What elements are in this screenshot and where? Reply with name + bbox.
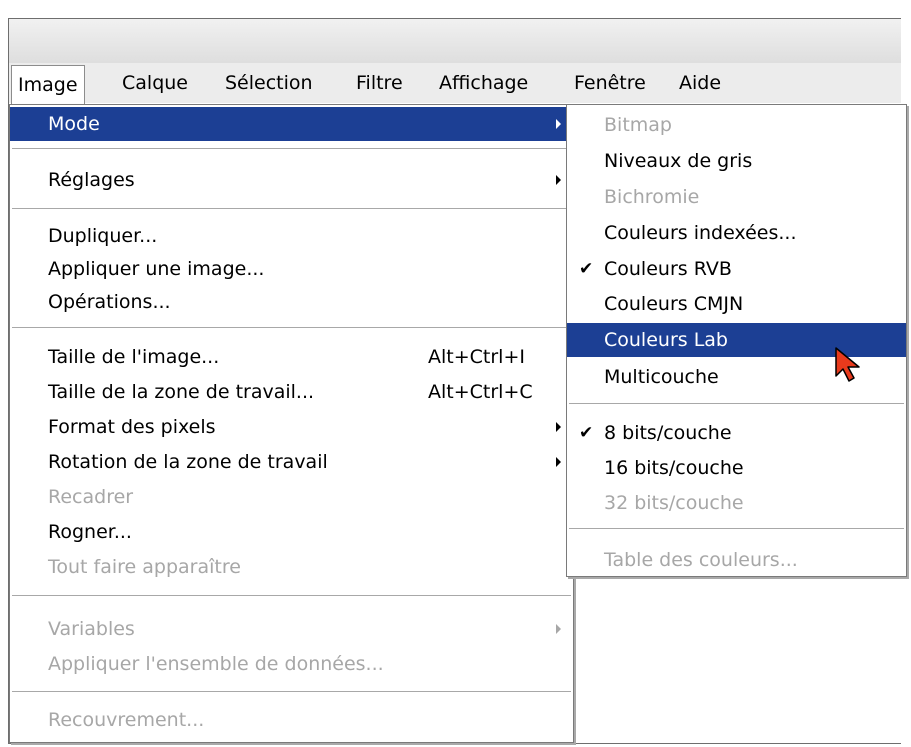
menu-separator	[12, 327, 571, 328]
menu-item-appliquer-donnees[interactable]: Appliquer l'ensemble de données...	[10, 647, 573, 681]
chevron-right-icon	[556, 119, 561, 129]
menu-item-label: Dupliquer...	[48, 225, 158, 247]
submenu-item-couleurs-cmjn[interactable]: Couleurs CMJN	[567, 287, 906, 321]
menu-item-label: 16 bits/couche	[604, 457, 744, 479]
submenu-item-8-bits[interactable]: ✔ 8 bits/couche	[567, 416, 906, 450]
submenu-item-16-bits[interactable]: 16 bits/couche	[567, 451, 906, 485]
image-menu: Mode Réglages Dupliquer... Appliquer une…	[9, 104, 574, 743]
menu-item-label: Couleurs indexées...	[604, 222, 797, 244]
menu-item-reglages[interactable]: Réglages	[10, 163, 573, 197]
menu-item-label: Variables	[48, 618, 135, 640]
shortcut-label: Alt+Ctrl+C	[428, 381, 533, 403]
menu-separator	[12, 208, 571, 209]
menu-item-label: Rotation de la zone de travail	[48, 451, 328, 473]
submenu-item-couleurs-rvb[interactable]: ✔ Couleurs RVB	[567, 252, 906, 286]
menu-item-recouvrement[interactable]: Recouvrement...	[10, 703, 573, 737]
submenu-item-32-bits[interactable]: 32 bits/couche	[567, 486, 906, 520]
menu-item-taille-image[interactable]: Taille de l'image... Alt+Ctrl+I	[10, 340, 573, 374]
menu-image[interactable]: Image	[11, 65, 85, 104]
menu-item-label: Couleurs Lab	[604, 329, 728, 351]
menu-item-label: Couleurs RVB	[604, 258, 732, 280]
menu-affichage[interactable]: Affichage	[439, 63, 528, 103]
menu-item-label: 32 bits/couche	[604, 492, 744, 514]
menu-item-tout-faire-apparaitre[interactable]: Tout faire apparaître	[10, 550, 573, 584]
menu-item-label: Bichromie	[604, 186, 700, 208]
menu-item-label: Appliquer l'ensemble de données...	[48, 653, 384, 675]
menu-item-label: Opérations...	[48, 291, 171, 313]
menu-item-label: 8 bits/couche	[604, 422, 732, 444]
menu-item-taille-zone[interactable]: Taille de la zone de travail... Alt+Ctrl…	[10, 375, 573, 409]
menu-separator	[12, 148, 571, 149]
chevron-right-icon	[556, 624, 561, 634]
checkmark-icon: ✔	[579, 423, 594, 443]
submenu-item-table-couleurs[interactable]: Table des couleurs...	[567, 543, 906, 577]
menu-selection[interactable]: Sélection	[225, 63, 313, 103]
menu-item-format-pixels[interactable]: Format des pixels	[10, 410, 573, 444]
shortcut-label: Alt+Ctrl+I	[428, 346, 525, 368]
chevron-right-icon	[556, 457, 561, 467]
menu-item-label: Couleurs CMJN	[604, 293, 744, 315]
menu-calque[interactable]: Calque	[122, 63, 188, 103]
menu-item-dupliquer[interactable]: Dupliquer...	[10, 219, 573, 253]
menu-bar: Image Calque Sélection Filtre Affichage …	[9, 63, 901, 104]
menu-item-mode[interactable]: Mode	[10, 107, 573, 141]
menu-item-label: Mode	[48, 113, 100, 135]
menu-filtre[interactable]: Filtre	[356, 63, 403, 103]
menu-item-recadrer[interactable]: Recadrer	[10, 480, 573, 514]
menu-aide[interactable]: Aide	[679, 63, 721, 103]
menu-item-rotation[interactable]: Rotation de la zone de travail	[10, 445, 573, 479]
menu-item-label: Taille de la zone de travail...	[48, 381, 315, 403]
chevron-right-icon	[556, 175, 561, 185]
mouse-pointer-icon	[835, 347, 860, 382]
menu-item-appliquer-image[interactable]: Appliquer une image...	[10, 252, 573, 286]
menu-item-label: Réglages	[48, 169, 135, 191]
menu-separator	[569, 403, 904, 404]
menu-item-rogner[interactable]: Rogner...	[10, 515, 573, 549]
checkmark-icon: ✔	[579, 259, 594, 279]
menu-item-label: Taille de l'image...	[48, 346, 220, 368]
menu-item-label: Tout faire apparaître	[48, 556, 241, 578]
title-bar	[9, 19, 901, 64]
submenu-item-bitmap[interactable]: Bitmap	[567, 108, 906, 142]
chevron-right-icon	[556, 422, 561, 432]
menu-item-label: Rogner...	[48, 521, 132, 543]
menu-item-label: Recouvrement...	[48, 709, 205, 731]
menu-item-label: Table des couleurs...	[604, 549, 798, 571]
menu-item-label: Niveaux de gris	[604, 150, 753, 172]
submenu-item-couleurs-indexees[interactable]: Couleurs indexées...	[567, 216, 906, 250]
menu-fenetre[interactable]: Fenêtre	[574, 63, 646, 103]
menu-item-label: Recadrer	[48, 486, 134, 508]
menu-item-label: Multicouche	[604, 366, 719, 388]
menu-item-label: Format des pixels	[48, 416, 216, 438]
mode-submenu: Bitmap Niveaux de gris Bichromie Couleur…	[566, 104, 907, 577]
menu-item-variables[interactable]: Variables	[10, 612, 573, 646]
menu-item-operations[interactable]: Opérations...	[10, 285, 573, 319]
submenu-item-bichromie[interactable]: Bichromie	[567, 180, 906, 214]
submenu-item-niveaux-gris[interactable]: Niveaux de gris	[567, 144, 906, 178]
menu-separator	[569, 528, 904, 529]
menu-item-label: Bitmap	[604, 114, 672, 136]
menu-item-label: Appliquer une image...	[48, 258, 265, 280]
menu-separator	[12, 691, 571, 692]
menu-separator	[12, 595, 571, 596]
